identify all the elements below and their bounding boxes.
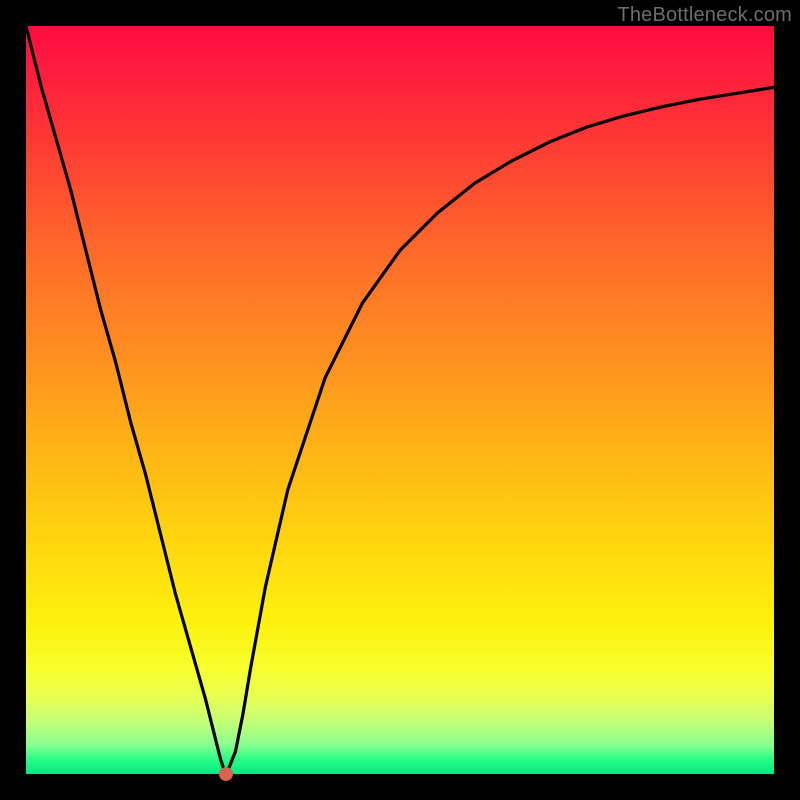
plot-area: [26, 26, 774, 774]
watermark-text: TheBottleneck.com: [617, 4, 792, 27]
optimal-point-marker: [219, 767, 233, 781]
bottleneck-curve: [26, 26, 774, 774]
chart-frame: TheBottleneck.com: [0, 0, 800, 800]
